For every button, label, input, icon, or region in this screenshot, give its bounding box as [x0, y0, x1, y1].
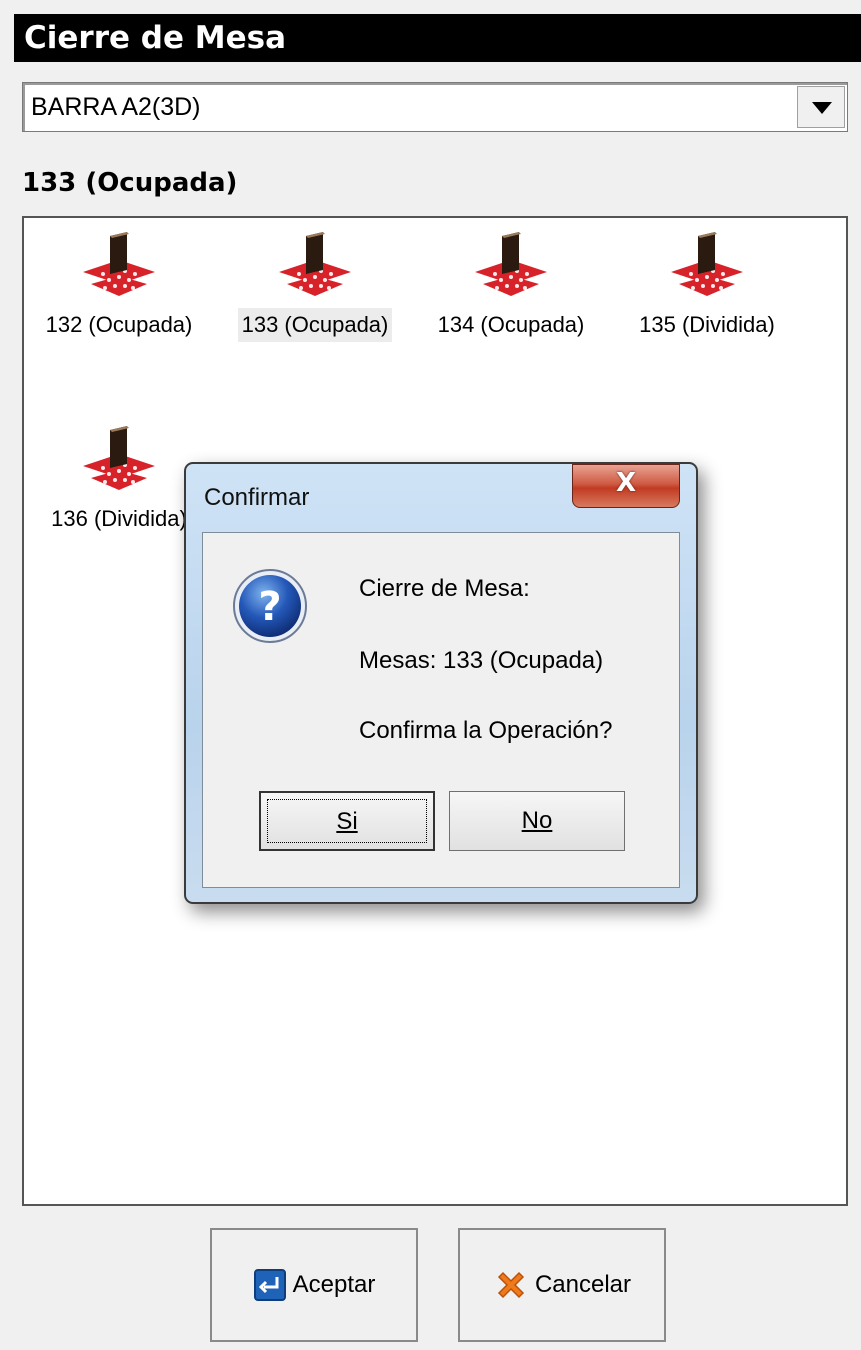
- close-icon: X: [615, 468, 637, 498]
- chevron-down-icon[interactable]: [797, 86, 845, 128]
- no-button[interactable]: No: [449, 791, 625, 851]
- area-select[interactable]: BARRA A2(3D): [22, 82, 848, 132]
- table-icon: [83, 232, 155, 296]
- window-title: Cierre de Mesa: [14, 14, 861, 62]
- table-label: 136 (Dividida): [51, 506, 187, 531]
- table-icon: [475, 232, 547, 296]
- table-label: 133 (Ocupada): [237, 308, 393, 342]
- table-item-134[interactable]: 134 (Ocupada): [416, 230, 606, 342]
- dialog-message-line3: Confirma la Operación?: [359, 717, 613, 744]
- table-label: 134 (Ocupada): [437, 312, 585, 337]
- area-select-value: BARRA A2(3D): [31, 93, 201, 121]
- top-strip: [0, 0, 861, 12]
- cancel-label: Cancelar: [534, 1271, 632, 1298]
- dialog-message-line1: Cierre de Mesa:: [359, 575, 530, 602]
- table-label: 135 (Dividida): [639, 312, 775, 337]
- dialog-body: ? Cierre de Mesa: Mesas: 133 (Ocupada) C…: [202, 532, 680, 888]
- table-icon: [83, 426, 155, 490]
- table-item-132[interactable]: 132 (Ocupada): [24, 230, 214, 342]
- table-item-133[interactable]: 133 (Ocupada): [220, 230, 410, 342]
- accept-label: Aceptar: [292, 1271, 376, 1298]
- table-label: 132 (Ocupada): [45, 312, 193, 337]
- yes-button[interactable]: Si: [259, 791, 435, 851]
- selected-table-title: 133 (Ocupada): [22, 168, 238, 198]
- cancel-x-icon: [497, 1271, 525, 1299]
- table-icon: [671, 232, 743, 296]
- table-icon: [279, 232, 351, 296]
- question-icon: ?: [233, 569, 307, 643]
- dialog-title: Confirmar: [204, 484, 310, 511]
- svg-text:?: ?: [258, 584, 281, 630]
- enter-icon: [253, 1269, 286, 1301]
- accept-button[interactable]: Aceptar: [210, 1228, 418, 1342]
- cancel-button[interactable]: Cancelar: [458, 1228, 666, 1342]
- focus-rect: [267, 799, 427, 843]
- close-button[interactable]: X: [572, 464, 680, 508]
- confirm-dialog: Confirmar X ? Cierre de Mesa: Mesas: 133…: [184, 462, 698, 904]
- no-label: No: [521, 807, 553, 834]
- table-item-135[interactable]: 135 (Dividida): [612, 230, 802, 342]
- dialog-message-line2: Mesas: 133 (Ocupada): [359, 647, 604, 674]
